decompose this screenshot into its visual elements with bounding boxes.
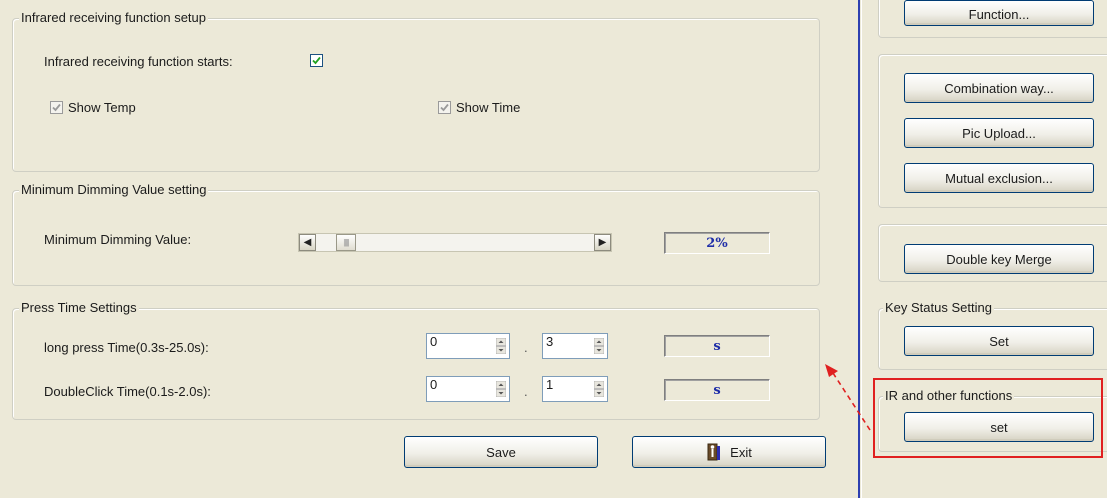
combination-way-label: Combination way... xyxy=(944,80,1054,96)
combination-way-button[interactable]: Combination way... xyxy=(904,73,1094,103)
panel-divider xyxy=(858,0,860,498)
show-time-label: Show Time xyxy=(456,100,521,115)
settings-panel: Infrared receiving function setup Infrar… xyxy=(0,0,858,498)
double-key-merge-label: Double key Merge xyxy=(946,251,1052,267)
long-press-dec-value: 3 xyxy=(546,334,554,349)
show-temp-label: Show Temp xyxy=(68,100,136,115)
scroll-right-icon[interactable]: ▶ xyxy=(594,234,611,251)
pic-upload-label: Pic Upload... xyxy=(962,125,1036,141)
check-icon xyxy=(52,103,61,112)
ir-starts-label: Infrared receiving function starts: xyxy=(44,54,233,69)
long-press-int-value: 0 xyxy=(430,334,438,349)
save-button[interactable]: Save xyxy=(404,436,598,468)
dimming-value-display: 2% xyxy=(664,232,770,254)
exit-door-icon xyxy=(707,443,721,461)
infrared-group: Infrared receiving function setup xyxy=(12,10,820,172)
slider-thumb[interactable]: ||||| xyxy=(336,234,356,251)
double-click-label: DoubleClick Time(0.1s-2.0s): xyxy=(44,384,211,399)
show-temp-checkbox[interactable] xyxy=(50,101,63,114)
double-click-dec-value: 1 xyxy=(546,377,554,392)
exit-button[interactable]: Exit xyxy=(632,436,826,468)
scroll-left-icon[interactable]: ◀ xyxy=(299,234,316,251)
double-click-unit: s xyxy=(664,379,770,401)
check-icon xyxy=(440,103,449,112)
mutual-exclusion-button[interactable]: Mutual exclusion... xyxy=(904,163,1094,193)
mutual-exclusion-label: Mutual exclusion... xyxy=(945,170,1053,186)
pic-upload-button[interactable]: Pic Upload... xyxy=(904,118,1094,148)
double-key-merge-button[interactable]: Double key Merge xyxy=(904,244,1094,274)
dimming-slider[interactable]: ◀ ||||| ▶ xyxy=(298,233,612,252)
function-button[interactable]: Function... xyxy=(904,0,1094,26)
function-button-label: Function... xyxy=(968,7,1030,22)
ir-starts-checkbox[interactable] xyxy=(310,54,323,67)
double-click-separator: . xyxy=(524,384,528,399)
check-icon xyxy=(312,56,321,65)
long-press-separator: . xyxy=(524,340,528,355)
panel-divider-highlight xyxy=(861,0,862,498)
double-click-int-value: 0 xyxy=(430,377,438,392)
spin-arrows-icon[interactable] xyxy=(496,381,506,397)
double-click-dec-spinner[interactable]: 1 xyxy=(542,376,608,402)
dimming-label: Minimum Dimming Value: xyxy=(44,232,192,247)
long-press-dec-spinner[interactable]: 3 xyxy=(542,333,608,359)
show-time-checkbox[interactable] xyxy=(438,101,451,114)
double-click-int-spinner[interactable]: 0 xyxy=(426,376,510,402)
press-time-group-title: Press Time Settings xyxy=(19,300,139,315)
long-press-int-spinner[interactable]: 0 xyxy=(426,333,510,359)
save-button-label: Save xyxy=(486,444,516,460)
press-time-group: Press Time Settings xyxy=(12,300,820,420)
spin-arrows-icon[interactable] xyxy=(496,338,506,354)
long-press-label: long press Time(0.3s-25.0s): xyxy=(44,340,209,355)
key-status-title: Key Status Setting xyxy=(883,300,994,315)
spin-arrows-icon[interactable] xyxy=(594,338,604,354)
highlight-box xyxy=(873,378,1103,458)
key-status-set-label: Set xyxy=(989,333,1009,349)
key-status-set-button[interactable]: Set xyxy=(904,326,1094,356)
long-press-unit: s xyxy=(664,335,770,357)
dimming-group-title: Minimum Dimming Value setting xyxy=(19,182,209,197)
infrared-group-title: Infrared receiving function setup xyxy=(19,10,208,25)
exit-button-label: Exit xyxy=(730,444,752,460)
spin-arrows-icon[interactable] xyxy=(594,381,604,397)
